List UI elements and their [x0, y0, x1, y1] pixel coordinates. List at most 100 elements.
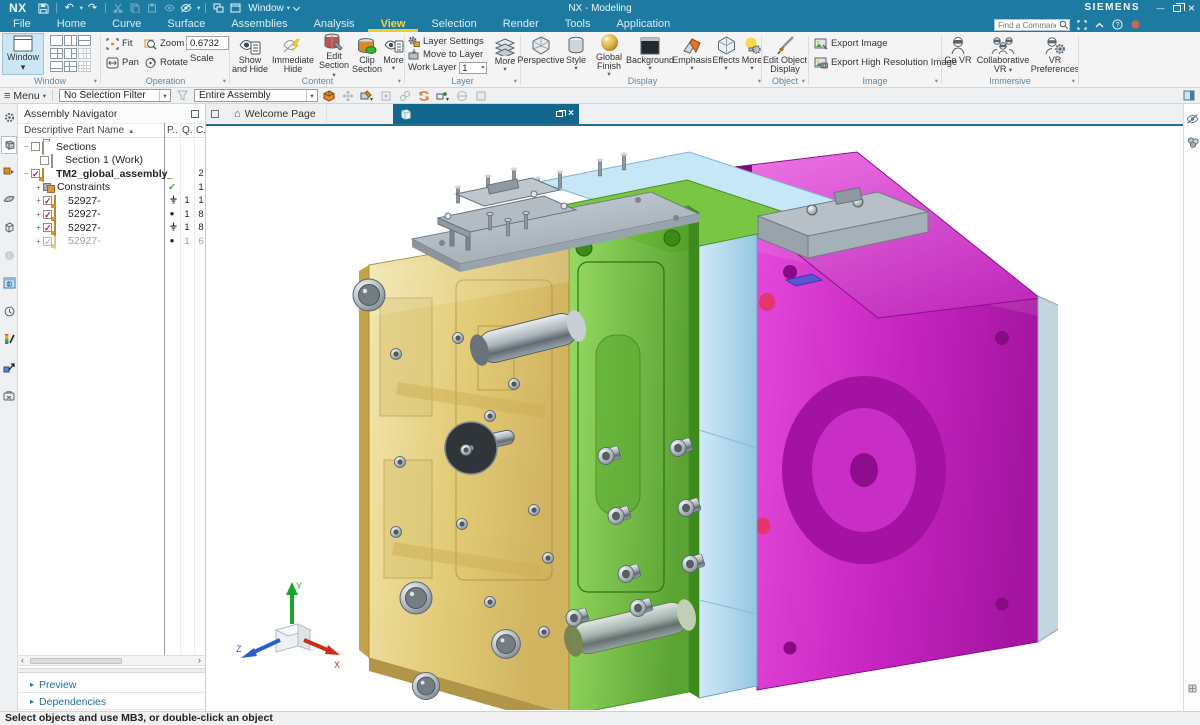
active-part-tab[interactable]: ×: [393, 104, 579, 124]
edit-section-button[interactable]: Edit Section ▾: [317, 33, 351, 76]
tree-row-component-2[interactable]: + ✓ 52927- ● 1 8: [18, 208, 205, 222]
help-icon[interactable]: ?: [1111, 18, 1124, 31]
image-group-launcher-icon[interactable]: ▾: [935, 77, 938, 85]
tab-curve[interactable]: Curve: [99, 16, 154, 32]
hide-in-view-icon[interactable]: [1186, 112, 1199, 125]
measure-tab-icon[interactable]: [2, 360, 16, 374]
window-menu-label[interactable]: Window: [248, 3, 284, 14]
tab-selection[interactable]: Selection: [418, 16, 489, 32]
dependencies-section[interactable]: ▸ Dependencies: [18, 694, 205, 710]
assembly-navigator-tab-icon[interactable]: [1, 136, 17, 154]
display-more-button[interactable]: More▾: [741, 33, 763, 76]
show-hide-dropdown-icon[interactable]: ▾: [197, 4, 200, 12]
tree-row-component-3[interactable]: + ✓ 52927- 1 8: [18, 221, 205, 235]
tree-row-component-4[interactable]: + ✓ 52927- ● 1 6: [18, 235, 205, 249]
layout-single-icon[interactable]: [50, 35, 63, 46]
redo-icon[interactable]: ↷: [85, 2, 100, 15]
vr-preferences-button[interactable]: VR Preferences: [1032, 33, 1078, 76]
immersive-group-launcher-icon[interactable]: ▾: [1072, 77, 1075, 85]
tree-row-component-1[interactable]: + ✓ 52927- 1 1: [18, 194, 205, 208]
selection-filter-combo[interactable]: No Selection Filter▾: [59, 89, 171, 102]
graphics-viewport[interactable]: Y Z X: [206, 124, 1183, 711]
tab-restore-icon[interactable]: [556, 111, 563, 117]
edit-object-display-button[interactable]: Edit Object Display: [762, 33, 808, 76]
move-to-layer-button[interactable]: Move to Layer: [408, 48, 483, 61]
tab-home[interactable]: Home: [44, 16, 99, 32]
go-vr-button[interactable]: Go VR: [942, 33, 974, 76]
web-browser-tab-icon[interactable]: [2, 276, 16, 290]
user-presence-icon[interactable]: [1129, 18, 1142, 31]
snap-point-icon[interactable]: [322, 89, 337, 103]
effects-button[interactable]: Effects▾: [711, 33, 741, 76]
layout-bottom-split-icon[interactable]: [50, 61, 63, 72]
update-structure-icon[interactable]: [417, 89, 432, 103]
part-navigator-tab-icon[interactable]: [2, 192, 16, 206]
window-menu-dropdown-icon[interactable]: ▾: [287, 4, 290, 12]
minimize-button[interactable]: —: [1153, 0, 1168, 16]
navigator-column-header[interactable]: Descriptive Part Name ▲ P.. Q. C...: [18, 123, 205, 138]
global-finish-button[interactable]: Global Finish▾: [591, 33, 627, 76]
pan-button[interactable]: Pan: [106, 56, 139, 69]
show-hide-quick-icon[interactable]: [179, 2, 194, 15]
reuse-library-tab-icon[interactable]: [2, 220, 16, 234]
hscroll-thumb[interactable]: [30, 658, 122, 664]
add-component-icon[interactable]: ▾: [436, 89, 451, 103]
tree-row-assembly[interactable]: − ✓ TM2_global_assembly_ 2: [18, 167, 205, 181]
panel-splitter[interactable]: [18, 668, 205, 673]
export-image-button[interactable]: Export Image: [814, 37, 888, 50]
dock-page-icon[interactable]: [211, 110, 219, 118]
work-layer-combo[interactable]: 1▾: [459, 62, 487, 74]
layer-settings-button[interactable]: Layer Settings: [408, 35, 484, 48]
background-button[interactable]: Background▾: [627, 33, 673, 76]
collaborative-vr-button[interactable]: Collaborative VR ▾: [974, 33, 1032, 76]
window-layout-icon[interactable]: [228, 2, 243, 15]
layout-quad-icon[interactable]: [50, 48, 63, 59]
tab-surface[interactable]: Surface: [154, 16, 218, 32]
undo-icon[interactable]: ↶: [62, 2, 77, 15]
clip-section-button[interactable]: Clip Section: [351, 33, 383, 76]
layout-vsplit-icon[interactable]: [64, 35, 77, 46]
minimize-ribbon-icon[interactable]: [1093, 18, 1106, 31]
content-more-button[interactable]: More▾: [383, 33, 404, 76]
menu-button[interactable]: ≡ Menu ▾: [4, 90, 46, 102]
perspective-button[interactable]: Perspective: [521, 33, 561, 76]
navigator-hscrollbar[interactable]: ‹ ›: [18, 655, 205, 666]
constraint-navigator-tab-icon[interactable]: [2, 164, 16, 178]
content-group-launcher-icon[interactable]: ▾: [398, 77, 401, 85]
resource-settings-icon[interactable]: [2, 110, 16, 124]
layout-left-split-icon[interactable]: [64, 48, 77, 59]
layout-quad2-icon[interactable]: [64, 61, 77, 72]
tab-assemblies[interactable]: Assemblies: [218, 16, 300, 32]
layer-more-button[interactable]: More▾: [491, 34, 519, 77]
welcome-page-tab[interactable]: ⌂ Welcome Page: [224, 104, 327, 124]
viewport-options-icon[interactable]: [1186, 682, 1199, 695]
layout-hsplit-icon[interactable]: [78, 35, 91, 46]
navigator-window-icon[interactable]: [191, 110, 199, 118]
roles-tab-icon[interactable]: [2, 332, 16, 346]
history-tab-icon[interactable]: [2, 304, 16, 318]
operation-group-launcher-icon[interactable]: ▾: [223, 77, 226, 85]
fullscreen-icon[interactable]: [1075, 18, 1088, 31]
selection-scope-combo[interactable]: Entire Assembly▾: [194, 89, 318, 102]
tab-application[interactable]: Application: [603, 16, 683, 32]
object-group-launcher-icon[interactable]: ▾: [802, 77, 805, 85]
edit-component-icon[interactable]: ▾: [360, 89, 375, 103]
immediate-hide-button[interactable]: Immediate Hide: [271, 33, 315, 76]
3d-model[interactable]: [338, 130, 1058, 710]
toolbox-tab-icon[interactable]: [2, 388, 16, 402]
close-button[interactable]: ×: [1184, 0, 1199, 16]
show-and-hide-button[interactable]: Show and Hide: [231, 33, 269, 76]
tab-view[interactable]: View: [368, 16, 419, 32]
rotate-button[interactable]: Rotate: [144, 56, 188, 69]
tab-analysis[interactable]: Analysis: [301, 16, 368, 32]
tree-row-constraints[interactable]: + Constraints ✓ 1: [18, 181, 205, 195]
component-set-icon[interactable]: [1186, 136, 1199, 149]
window-button[interactable]: Window▾: [2, 33, 44, 75]
fit-button[interactable]: Fit: [106, 37, 133, 50]
find-command-box[interactable]: [994, 19, 1070, 31]
orientation-triad[interactable]: Y Z X: [234, 578, 344, 673]
layer-group-launcher-icon[interactable]: ▾: [514, 77, 517, 85]
save-icon[interactable]: [36, 2, 51, 15]
tab-render[interactable]: Render: [490, 16, 552, 32]
tree-row-sections[interactable]: − Sections: [18, 140, 205, 154]
